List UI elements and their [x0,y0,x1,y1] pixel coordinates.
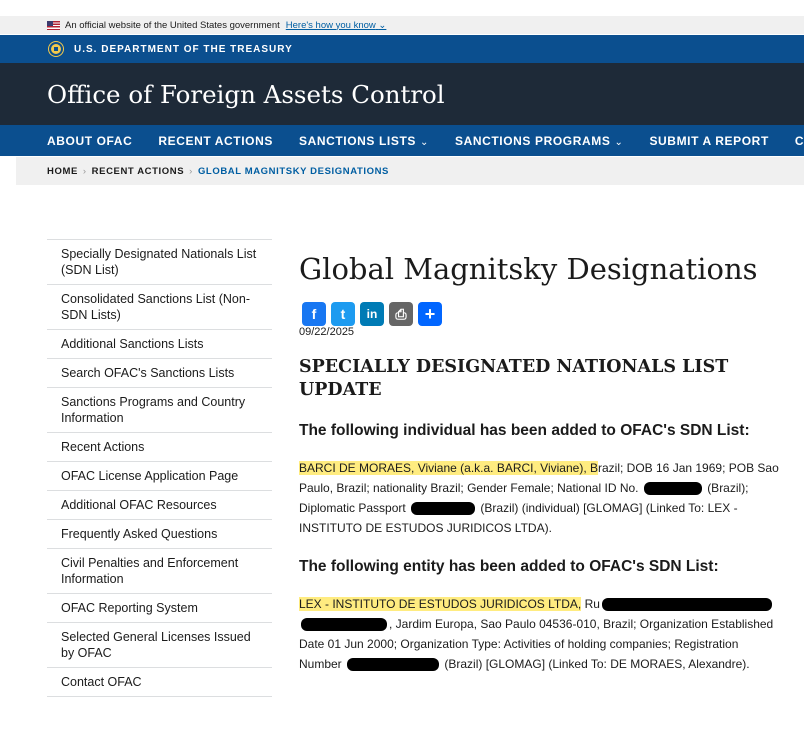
site-title[interactable]: Office of Foreign Assets Control [47,80,445,109]
redaction-mark [411,502,476,516]
sidebar-item-general-licenses[interactable]: Selected General Licenses Issued by OFAC [47,622,272,667]
entity-entry: LEX - INSTITUTO DE ESTUDOS JURIDICOS LTD… [299,594,779,674]
breadcrumb-home[interactable]: HOME [47,166,78,177]
how-you-know-link[interactable]: Here's how you know ⌄ [286,20,387,31]
sidebar-item-reporting-system[interactable]: OFAC Reporting System [47,593,272,622]
entity-name-highlight: LEX - INSTITUTO DE ESTUDOS JURIDICOS LTD… [299,597,582,611]
gov-banner: An official website of the United States… [0,16,804,34]
linkedin-icon[interactable]: in [360,302,384,326]
treasury-seal-icon [49,42,63,56]
page-title: Global Magnitsky Designations [299,252,758,286]
section-title: SPECIALLY DESIGNATED NATIONALS LIST UPDA… [299,357,729,400]
individual-name-highlight: BARCI DE MORAES, Viviane (a.k.a. BARCI, … [299,461,598,475]
chevron-down-icon: ⌄ [614,136,624,148]
nav-item-contact[interactable]: CONTACT [795,134,804,148]
print-icon[interactable]: ⎙ [389,302,413,326]
entity-links: (Brazil) [GLOMAG] (Linked To: DE MORAES,… [444,657,750,671]
treasury-bar: U.S. DEPARTMENT OF THE TREASURY [0,35,804,63]
chevron-down-icon: ⌄ [419,136,429,148]
nav-item-recent-actions[interactable]: RECENT ACTIONS [158,134,273,148]
site-header: Office of Foreign Assets Control [0,63,804,125]
sidebar-nav: Specially Designated Nationals List (SDN… [47,239,272,697]
twitter-icon[interactable]: t [331,302,355,326]
sidebar-item-contact[interactable]: Contact OFAC [47,667,272,697]
sidebar-item-faq[interactable]: Frequently Asked Questions [47,519,272,548]
agency-name[interactable]: U.S. DEPARTMENT OF THE TREASURY [74,44,293,55]
redaction-mark [347,658,440,672]
redaction-mark [643,482,702,496]
main-content: Global Magnitsky Designations f t in ⎙ +… [299,240,779,674]
publish-date: 09/22/2025 [299,326,355,338]
chevron-down-icon: ⌄ [378,19,387,31]
main-nav: ABOUT OFAC RECENT ACTIONS SANCTIONS LIST… [0,125,804,156]
share-toolbar: f t in ⎙ + [302,302,779,326]
sidebar-item-license-application[interactable]: OFAC License Application Page [47,461,272,490]
sidebar-item-resources[interactable]: Additional OFAC Resources [47,490,272,519]
entity-heading: The following entity has been added to O… [299,558,719,575]
breadcrumb: HOME › RECENT ACTIONS › GLOBAL MAGNITSKY… [16,157,804,185]
breadcrumb-recent-actions[interactable]: RECENT ACTIONS [92,166,185,177]
redaction-mark [301,618,387,632]
share-plus-icon[interactable]: + [418,302,442,326]
redaction-mark [601,598,772,612]
sidebar-item-recent-actions[interactable]: Recent Actions [47,432,272,461]
breadcrumb-separator: › [82,165,87,177]
nav-item-about-ofac[interactable]: ABOUT OFAC [47,134,132,148]
facebook-icon[interactable]: f [302,302,326,326]
sidebar-item-programs[interactable]: Sanctions Programs and Country Informati… [47,387,272,432]
sidebar-item-additional-lists[interactable]: Additional Sanctions Lists [47,329,272,358]
gov-banner-text: An official website of the United States… [65,19,280,31]
sidebar-item-search-lists[interactable]: Search OFAC's Sanctions Lists [47,358,272,387]
breadcrumb-separator: › [189,165,193,177]
us-flag-icon [47,20,60,30]
nav-item-sanctions-programs[interactable]: SANCTIONS PROGRAMS ⌄ [455,134,623,148]
nav-item-submit-report[interactable]: SUBMIT A REPORT [649,134,768,148]
breadcrumb-current: GLOBAL MAGNITSKY DESIGNATIONS [197,165,389,177]
sidebar-item-consolidated-list[interactable]: Consolidated Sanctions List (Non-SDN Lis… [47,284,272,329]
sidebar-item-civil-penalties[interactable]: Civil Penalties and Enforcement Informat… [47,548,272,593]
individual-heading: The following individual has been added … [299,422,750,439]
individual-entry: BARCI DE MORAES, Viviane (a.k.a. BARCI, … [299,458,779,538]
sidebar-item-sdn-list[interactable]: Specially Designated Nationals List (SDN… [47,239,272,284]
nav-item-sanctions-lists[interactable]: SANCTIONS LISTS ⌄ [299,134,429,148]
entity-address-start: Ru [581,597,600,611]
